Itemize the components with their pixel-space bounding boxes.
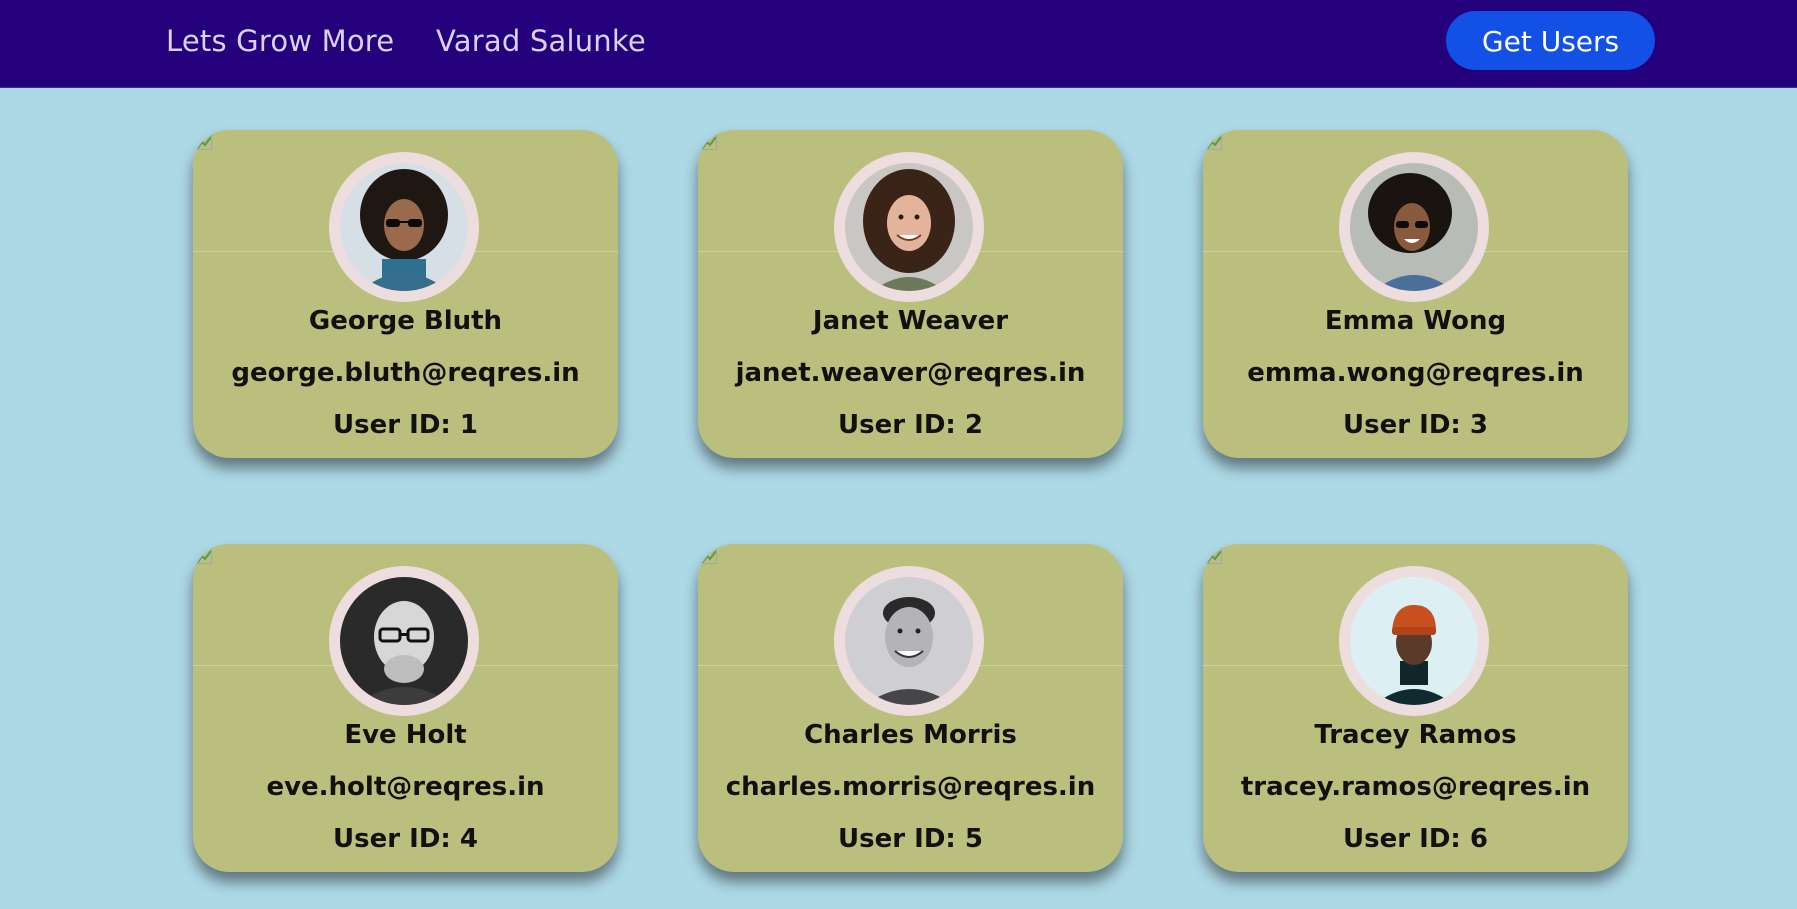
user-card: Charles Morris charles.morris@reqres.in … — [698, 544, 1123, 872]
avatar — [1339, 566, 1489, 716]
user-email: janet.weaver@reqres.in — [735, 358, 1086, 388]
user-name: Tracey Ramos — [1314, 720, 1517, 750]
navbar: Lets Grow More Varad Salunke Get Users — [0, 0, 1797, 88]
user-card: Emma Wong emma.wong@reqres.in User ID: 3 — [1203, 130, 1628, 458]
broken-image-icon — [701, 134, 717, 150]
avatar — [834, 566, 984, 716]
avatar — [329, 152, 479, 302]
broken-image-icon — [701, 548, 717, 564]
user-id: User ID: 6 — [1343, 824, 1488, 854]
user-card: Tracey Ramos tracey.ramos@reqres.in User… — [1203, 544, 1628, 872]
avatar — [834, 152, 984, 302]
user-email: eve.holt@reqres.in — [266, 772, 545, 802]
user-name: George Bluth — [308, 306, 503, 336]
user-email: tracey.ramos@reqres.in — [1240, 772, 1591, 802]
user-photo-icon — [340, 577, 468, 705]
broken-image-icon — [1206, 548, 1222, 564]
user-photo-icon — [1350, 577, 1478, 705]
user-card: Eve Holt eve.holt@reqres.in User ID: 4 — [193, 544, 618, 872]
user-name: Emma Wong — [1324, 306, 1507, 336]
broken-image-icon — [1206, 134, 1222, 150]
user-id: User ID: 5 — [838, 824, 983, 854]
user-id: User ID: 3 — [1343, 410, 1488, 440]
user-photo-icon — [845, 163, 973, 291]
broken-image-icon — [196, 134, 212, 150]
user-email: emma.wong@reqres.in — [1247, 358, 1584, 388]
user-card: Janet Weaver janet.weaver@reqres.in User… — [698, 130, 1123, 458]
user-id: User ID: 1 — [333, 410, 478, 440]
user-email: charles.morris@reqres.in — [725, 772, 1096, 802]
user-name: Charles Morris — [804, 720, 1017, 750]
author-name[interactable]: Varad Salunke — [436, 22, 646, 60]
get-users-button[interactable]: Get Users — [1446, 11, 1655, 70]
user-name: Janet Weaver — [812, 306, 1009, 336]
brand-link[interactable]: Lets Grow More — [166, 22, 394, 60]
user-card: George Bluth george.bluth@reqres.in User… — [193, 130, 618, 458]
user-id: User ID: 4 — [333, 824, 478, 854]
user-photo-icon — [1350, 163, 1478, 291]
user-email: george.bluth@reqres.in — [231, 358, 580, 388]
avatar — [1339, 152, 1489, 302]
user-photo-icon — [340, 163, 468, 291]
user-photo-icon — [845, 577, 973, 705]
user-name: Eve Holt — [344, 720, 467, 750]
avatar — [329, 566, 479, 716]
broken-image-icon — [196, 548, 212, 564]
user-id: User ID: 2 — [838, 410, 983, 440]
